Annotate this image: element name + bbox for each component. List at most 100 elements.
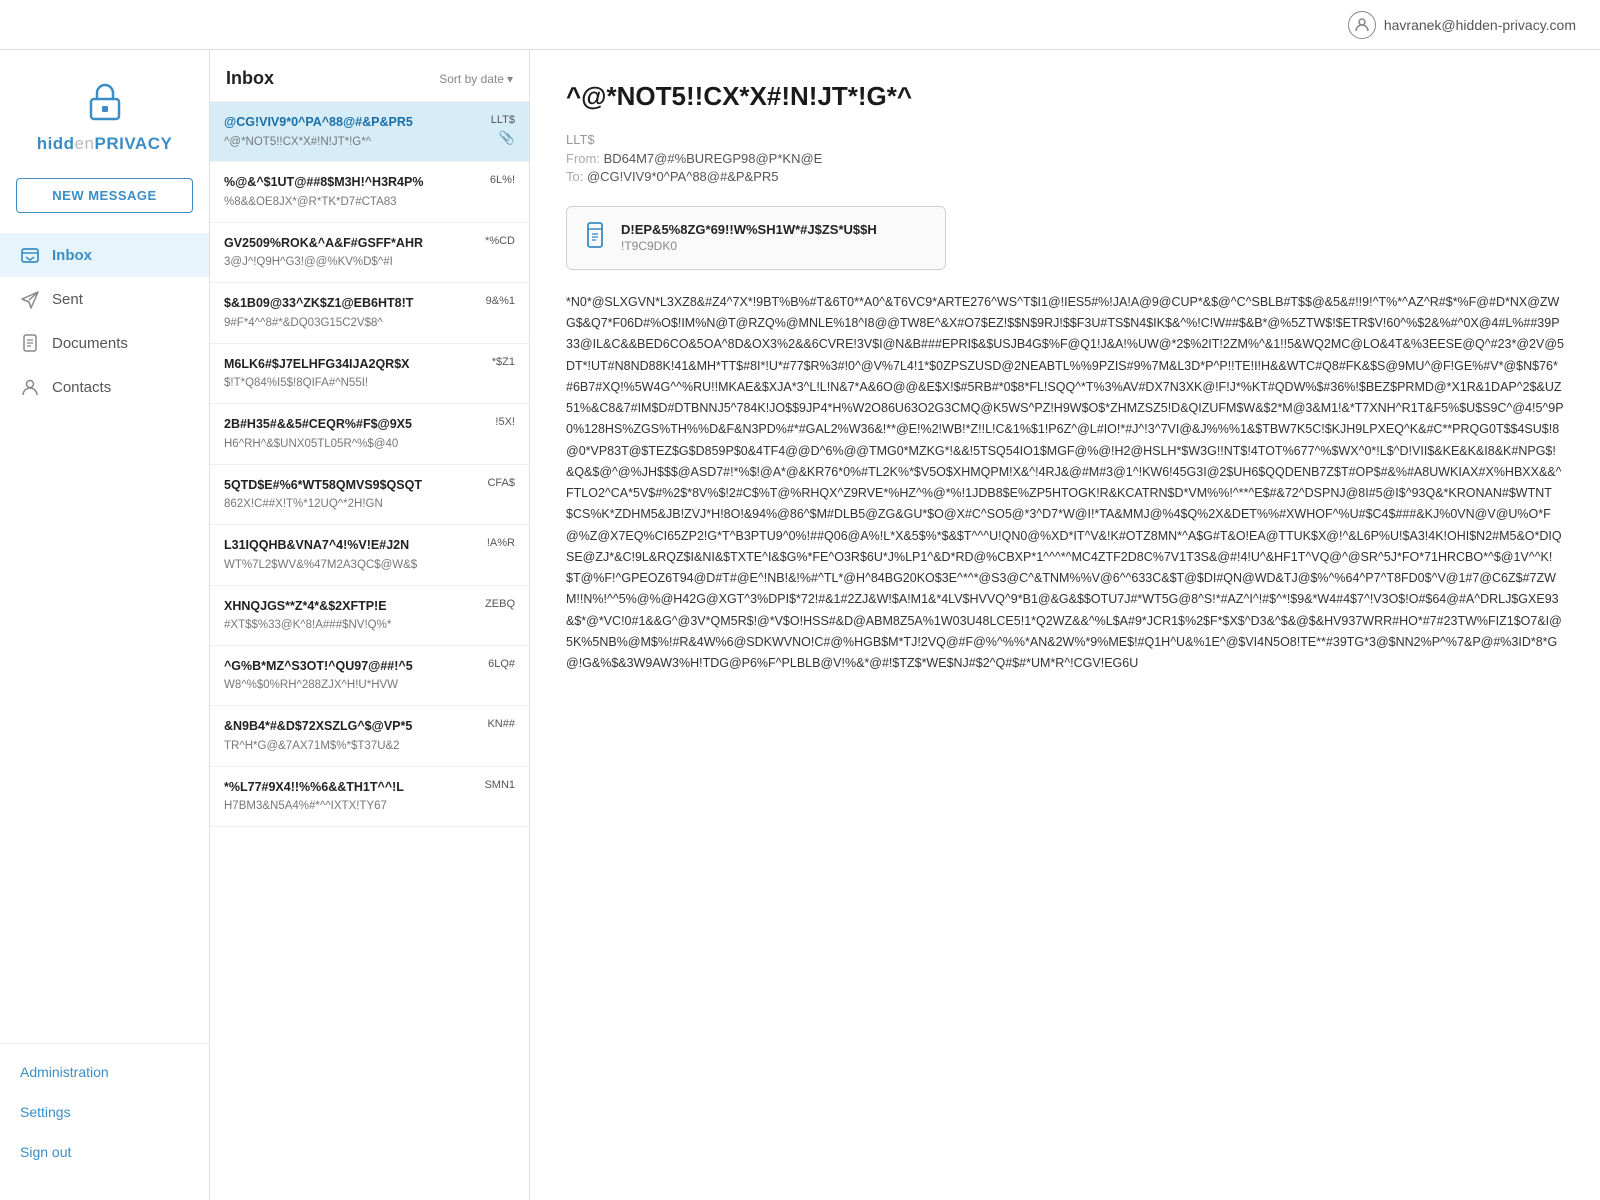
lock-icon [78, 74, 132, 128]
chevron-down-icon: ▾ [507, 72, 513, 86]
msg-meta: *$Z1 [492, 356, 515, 368]
msg-meta: 6L%! [490, 174, 515, 186]
msg-tag: *%CD [485, 235, 515, 247]
top-bar: havranek@hidden-privacy.com [0, 0, 1600, 50]
msg-subject: $&1B09@33^ZK$Z1@EB6HT8!T [224, 295, 478, 313]
user-info: havranek@hidden-privacy.com [1348, 11, 1576, 39]
msg-tag: ZEBQ [485, 598, 515, 610]
message-item[interactable]: 2B#H35#&&5#CEQR%#F$@9X5 H6^RH^&$UNX05TL0… [210, 404, 529, 464]
nav-items: Inbox Sent [0, 233, 209, 1035]
user-email: havranek@hidden-privacy.com [1384, 17, 1576, 33]
message-item[interactable]: &N9B4*#&D$72XSZLG^$@VP*5 TR^H*G@&7AX71M$… [210, 706, 529, 766]
message-detail-panel: ^@*NOT5!!CX*X#!N!JT*!G*^ LLT$ From: BD64… [530, 50, 1600, 1200]
msg-preview: 862X!C##X!T%*12UQ^*2H!GN [224, 497, 479, 512]
msg-content: GV2509%ROK&^A&F#GSFF*AHR 3@J^!Q9H^G3!@@%… [224, 235, 477, 270]
documents-icon [20, 333, 40, 353]
sidebar-item-documents[interactable]: Documents [0, 321, 209, 365]
msg-subject: M6LK6#$J7ELHFG34IJA2QR$X [224, 356, 484, 374]
message-item[interactable]: L31IQQHB&VNA7^4!%V!E#J2N WT%7L2$WV&%47M2… [210, 525, 529, 585]
msg-preview: %8&&OE8JX*@R*TK*D7#CTA83 [224, 195, 482, 210]
message-item[interactable]: XHNQJGS**Z*4*&$2XFTP!E #XT$$%33@K^8!A##… [210, 586, 529, 646]
msg-meta: SMN1 [484, 779, 515, 791]
inbox-icon [20, 245, 40, 265]
sidebar-link-settings[interactable]: Settings [0, 1092, 209, 1132]
message-item[interactable]: $&1B09@33^ZK$Z1@EB6HT8!T 9#F*4^^8#*&DQ03… [210, 283, 529, 343]
msg-tag: *$Z1 [492, 356, 515, 368]
message-list-panel: Inbox Sort by date ▾ @CG!VIV9*0^PA^88@#&… [210, 50, 530, 1200]
detail-from-value: BD64M7@#%BUREGP98@P*KN@E [604, 151, 823, 166]
msg-subject: 5QTD$E#%6*WT58QMVS9$QSQT [224, 477, 479, 495]
msg-tag: KN## [487, 718, 515, 730]
sidebar-item-label: Contacts [52, 379, 111, 396]
attachment-name: D!EP&5%8ZG*69!!W%SH1W*#J$ZS*U$$H [621, 222, 877, 237]
msg-tag: !5X! [495, 416, 515, 428]
attachment-info: D!EP&5%8ZG*69!!W%SH1W*#J$ZS*U$$H !T9C9DK… [621, 222, 877, 253]
msg-preview: W8^%$0%RH^288ZJX^H!U*HVW [224, 678, 480, 693]
msg-meta: KN## [487, 718, 515, 730]
msg-content: &N9B4*#&D$72XSZLG^$@VP*5 TR^H*G@&7AX71M$… [224, 718, 479, 753]
msg-content: XHNQJGS**Z*4*&$2XFTP!E #XT$$%33@K^8!A##… [224, 598, 477, 633]
message-item[interactable]: *%L77#9X4!!%%6&&TH1T^^!L H7BM3&N5A4%#*^^… [210, 767, 529, 827]
attachment-box[interactable]: D!EP&5%8ZG*69!!W%SH1W*#J$ZS*U$$H !T9C9DK… [566, 206, 946, 270]
msg-content: ^G%B*MZ^S3OT!^QU97@##!^5 W8^%$0%RH^288ZJ… [224, 658, 480, 693]
msg-tag: CFA$ [487, 477, 515, 489]
msg-preview: TR^H*G@&7AX71M$%*$T37U&2 [224, 739, 479, 754]
msg-tag: 6L%! [490, 174, 515, 186]
sidebar-item-sent[interactable]: Sent [0, 277, 209, 321]
message-items: @CG!VIV9*0^PA^88@#&P&PR5 ^@*NOT5!!CX*X#!… [210, 102, 529, 1200]
msg-content: L31IQQHB&VNA7^4!%V!E#J2N WT%7L2$WV&%47M2… [224, 537, 479, 572]
msg-tag: 6LQ# [488, 658, 515, 670]
main-layout: hiddenPRIVACY NEW MESSAGE Inbox [0, 50, 1600, 1200]
new-message-button[interactable]: NEW MESSAGE [16, 178, 193, 213]
sidebar-link-signout[interactable]: Sign out [0, 1132, 209, 1172]
sidebar: hiddenPRIVACY NEW MESSAGE Inbox [0, 50, 210, 1200]
message-item[interactable]: 5QTD$E#%6*WT58QMVS9$QSQT 862X!C##X!T%*12… [210, 465, 529, 525]
sidebar-bottom: Administration Settings Sign out [0, 1043, 209, 1180]
msg-meta: CFA$ [487, 477, 515, 489]
msg-meta: !5X! [495, 416, 515, 428]
panel-title: Inbox [226, 68, 274, 89]
message-item[interactable]: %@&^$1UT@##8$M3H!^H3R4P% %8&&OE8JX*@R*TK… [210, 162, 529, 222]
msg-meta: LLT$ 📎 [491, 114, 515, 146]
msg-content: 2B#H35#&&5#CEQR%#F$@9X5 H6^RH^&$UNX05TL0… [224, 416, 487, 451]
attachment-indicator-icon: 📎 [499, 130, 515, 146]
msg-content: @CG!VIV9*0^PA^88@#&P&PR5 ^@*NOT5!!CX*X#!… [224, 114, 483, 149]
sort-control[interactable]: Sort by date ▾ [439, 72, 513, 86]
sidebar-item-inbox[interactable]: Inbox [0, 233, 209, 277]
sent-icon [20, 289, 40, 309]
msg-preview: $!T*Q84%I5$!8QIFA#^N55I! [224, 376, 484, 391]
sidebar-item-label: Documents [52, 335, 128, 352]
msg-subject: @CG!VIV9*0^PA^88@#&P&PR5 [224, 114, 483, 132]
msg-preview: H7BM3&N5A4%#*^^IXTX!TY67 [224, 799, 476, 814]
msg-preview: 9#F*4^^8#*&DQ03G15C2V$8^ [224, 316, 478, 331]
detail-from: From: BD64M7@#%BUREGP98@P*KN@E [566, 151, 1564, 166]
msg-tag: SMN1 [484, 779, 515, 791]
msg-meta: !A%R [487, 537, 515, 549]
msg-subject: XHNQJGS**Z*4*&$2XFTP!E [224, 598, 477, 616]
attachment-sub: !T9C9DK0 [621, 239, 877, 253]
msg-preview: ^@*NOT5!!CX*X#!N!JT*!G*^ [224, 135, 483, 150]
msg-meta: ZEBQ [485, 598, 515, 610]
sidebar-item-contacts[interactable]: Contacts [0, 365, 209, 409]
brand-name: hiddenPRIVACY [37, 134, 173, 154]
msg-tag: !A%R [487, 537, 515, 549]
attachment-icon [585, 221, 609, 255]
msg-content: M6LK6#$J7ELHFG34IJA2QR$X $!T*Q84%I5$!8QI… [224, 356, 484, 391]
message-item[interactable]: GV2509%ROK&^A&F#GSFF*AHR 3@J^!Q9H^G3!@@%… [210, 223, 529, 283]
message-item[interactable]: @CG!VIV9*0^PA^88@#&P&PR5 ^@*NOT5!!CX*X#!… [210, 102, 529, 162]
message-item[interactable]: M6LK6#$J7ELHFG34IJA2QR$X $!T*Q84%I5$!8QI… [210, 344, 529, 404]
detail-subject: ^@*NOT5!!CX*X#!N!JT*!G*^ [566, 80, 1564, 114]
msg-content: %@&^$1UT@##8$M3H!^H3R4P% %8&&OE8JX*@R*TK… [224, 174, 482, 209]
sidebar-item-label: Inbox [52, 247, 92, 264]
message-item[interactable]: ^G%B*MZ^S3OT!^QU97@##!^5 W8^%$0%RH^288ZJ… [210, 646, 529, 706]
brand-logo: hiddenPRIVACY [0, 50, 209, 170]
msg-preview: 3@J^!Q9H^G3!@@%KV%D$^#I [224, 255, 477, 270]
sidebar-link-administration[interactable]: Administration [0, 1052, 209, 1092]
msg-meta: 9&%1 [486, 295, 515, 307]
msg-subject: GV2509%ROK&^A&F#GSFF*AHR [224, 235, 477, 253]
msg-preview: H6^RH^&$UNX05TL05R^%$@40 [224, 437, 487, 452]
msg-content: 5QTD$E#%6*WT58QMVS9$QSQT 862X!C##X!T%*12… [224, 477, 479, 512]
detail-to-value: @CG!VIV9*0^PA^88@#&P&PR5 [587, 169, 779, 184]
msg-content: *%L77#9X4!!%%6&&TH1T^^!L H7BM3&N5A4%#*^^… [224, 779, 476, 814]
msg-tag: LLT$ [491, 114, 515, 126]
